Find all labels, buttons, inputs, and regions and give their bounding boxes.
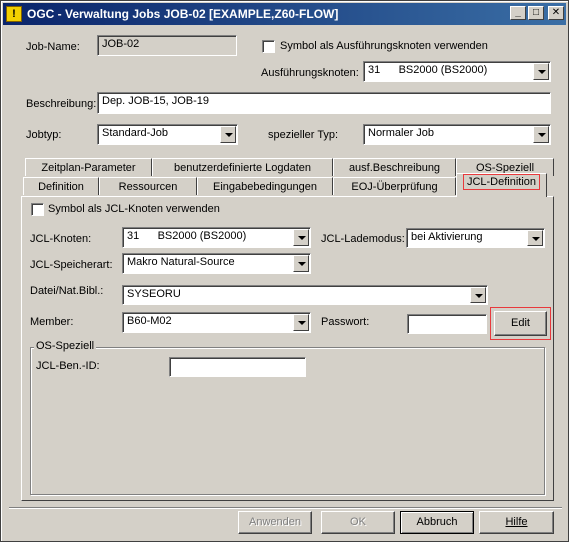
jcl-load-mode-label: JCL-Lademodus:: [321, 233, 405, 245]
edit-button[interactable]: Edit: [494, 311, 547, 336]
footer-separator: [9, 507, 562, 509]
jobtype-label: Jobtyp:: [26, 129, 62, 141]
jcl-storage-label: JCL-Speicherart:: [30, 259, 113, 271]
jcl-member-select[interactable]: B60-M02: [122, 312, 311, 333]
jcl-member-value: B60-M02: [127, 315, 172, 327]
jcl-storage-select[interactable]: Makro Natural-Source: [122, 253, 311, 274]
exec-node-select[interactable]: 31 BS2000 (BS2000): [363, 61, 551, 82]
description-input[interactable]: Dep. JOB-15, JOB-19: [97, 92, 551, 114]
maximize-icon[interactable]: □: [528, 6, 544, 20]
jcl-load-mode-value: bei Aktivierung: [411, 231, 483, 243]
exec-node-checkbox-label: Symbol als Ausführungsknoten verwenden: [280, 40, 488, 52]
special-type-value: Normaler Job: [368, 127, 435, 139]
jobtype-value: Standard-Job: [102, 127, 169, 139]
tab-definition[interactable]: Definition: [23, 177, 99, 195]
tab-benutzerdefinierte-logdaten[interactable]: benutzerdefinierte Logdaten: [152, 158, 333, 176]
minimize-icon[interactable]: _: [510, 6, 526, 20]
tab-jcl-definition[interactable]: JCL-Definition: [456, 173, 547, 197]
jcl-storage-value: Makro Natural-Source: [127, 256, 235, 268]
tab-eingabebedingungen[interactable]: Eingabebedingungen: [197, 177, 333, 195]
job-name-label: Job-Name:: [26, 41, 80, 53]
jcl-node-value: 31 BS2000 (BS2000): [127, 230, 247, 242]
jcl-file-select[interactable]: SYSEORU: [122, 285, 488, 305]
tab-eoj-ueberpruefung[interactable]: EOJ-Überprüfung: [333, 177, 456, 195]
jobtype-select[interactable]: Standard-Job: [97, 124, 238, 145]
os-speziell-group-title: OS-Speziell: [34, 340, 97, 352]
chevron-down-icon[interactable]: [533, 126, 549, 143]
jcl-node-label: JCL-Knoten:: [30, 233, 92, 245]
exec-node-checkbox[interactable]: [262, 40, 275, 53]
jcl-symbol-checkbox[interactable]: [31, 203, 44, 216]
cancel-button[interactable]: Abbruch: [400, 511, 474, 534]
window-title: OGC - Verwaltung Jobs JOB-02 [EXAMPLE,Z6…: [27, 7, 339, 21]
title-bar[interactable]: ! OGC - Verwaltung Jobs JOB-02 [EXAMPLE,…: [3, 3, 566, 25]
jcl-file-value: SYSEORU: [127, 288, 181, 300]
tab-jcl-definition-label: JCL-Definition: [462, 174, 541, 190]
jcl-symbol-checkbox-label: Symbol als JCL-Knoten verwenden: [48, 203, 220, 215]
special-type-label: spezieller Typ:: [268, 129, 339, 141]
tab-ressourcen[interactable]: Ressourcen: [99, 177, 197, 195]
jcl-load-mode-select[interactable]: bei Aktivierung: [406, 228, 545, 248]
special-type-select[interactable]: Normaler Job: [363, 124, 551, 145]
jcl-password-input[interactable]: [407, 314, 487, 334]
jcl-node-select[interactable]: 31 BS2000 (BS2000): [122, 227, 311, 248]
exec-node-label: Ausführungsknoten:: [261, 67, 359, 79]
help-button[interactable]: Hilfe: [479, 511, 554, 534]
jcl-password-label: Passwort:: [321, 316, 370, 328]
jcl-file-label: Datei/Nat.Bibl.:: [30, 285, 104, 297]
apply-button[interactable]: Anwenden: [238, 511, 312, 534]
chevron-down-icon[interactable]: [533, 63, 549, 80]
chevron-down-icon[interactable]: [293, 229, 309, 246]
app-warning-icon: !: [6, 6, 22, 22]
tab-zeitplan-parameter[interactable]: Zeitplan-Parameter: [25, 158, 152, 176]
jcl-member-label: Member:: [30, 316, 74, 328]
jcl-user-id-label: JCL-Ben.-ID:: [36, 360, 100, 372]
chevron-down-icon[interactable]: [527, 230, 543, 246]
chevron-down-icon[interactable]: [293, 255, 309, 272]
chevron-down-icon[interactable]: [293, 314, 309, 331]
tab-ausf-beschreibung[interactable]: ausf.Beschreibung: [333, 158, 456, 176]
description-label: Beschreibung:: [26, 98, 97, 110]
job-name-field: JOB-02: [97, 35, 237, 56]
chevron-down-icon[interactable]: [220, 126, 236, 143]
close-icon[interactable]: ✕: [548, 6, 564, 20]
ok-button[interactable]: OK: [321, 511, 395, 534]
chevron-down-icon[interactable]: [470, 287, 486, 303]
dialog-window: ! OGC - Verwaltung Jobs JOB-02 [EXAMPLE,…: [0, 0, 569, 542]
jcl-user-id-input[interactable]: [169, 357, 306, 377]
exec-node-value: 31 BS2000 (BS2000): [368, 64, 488, 76]
